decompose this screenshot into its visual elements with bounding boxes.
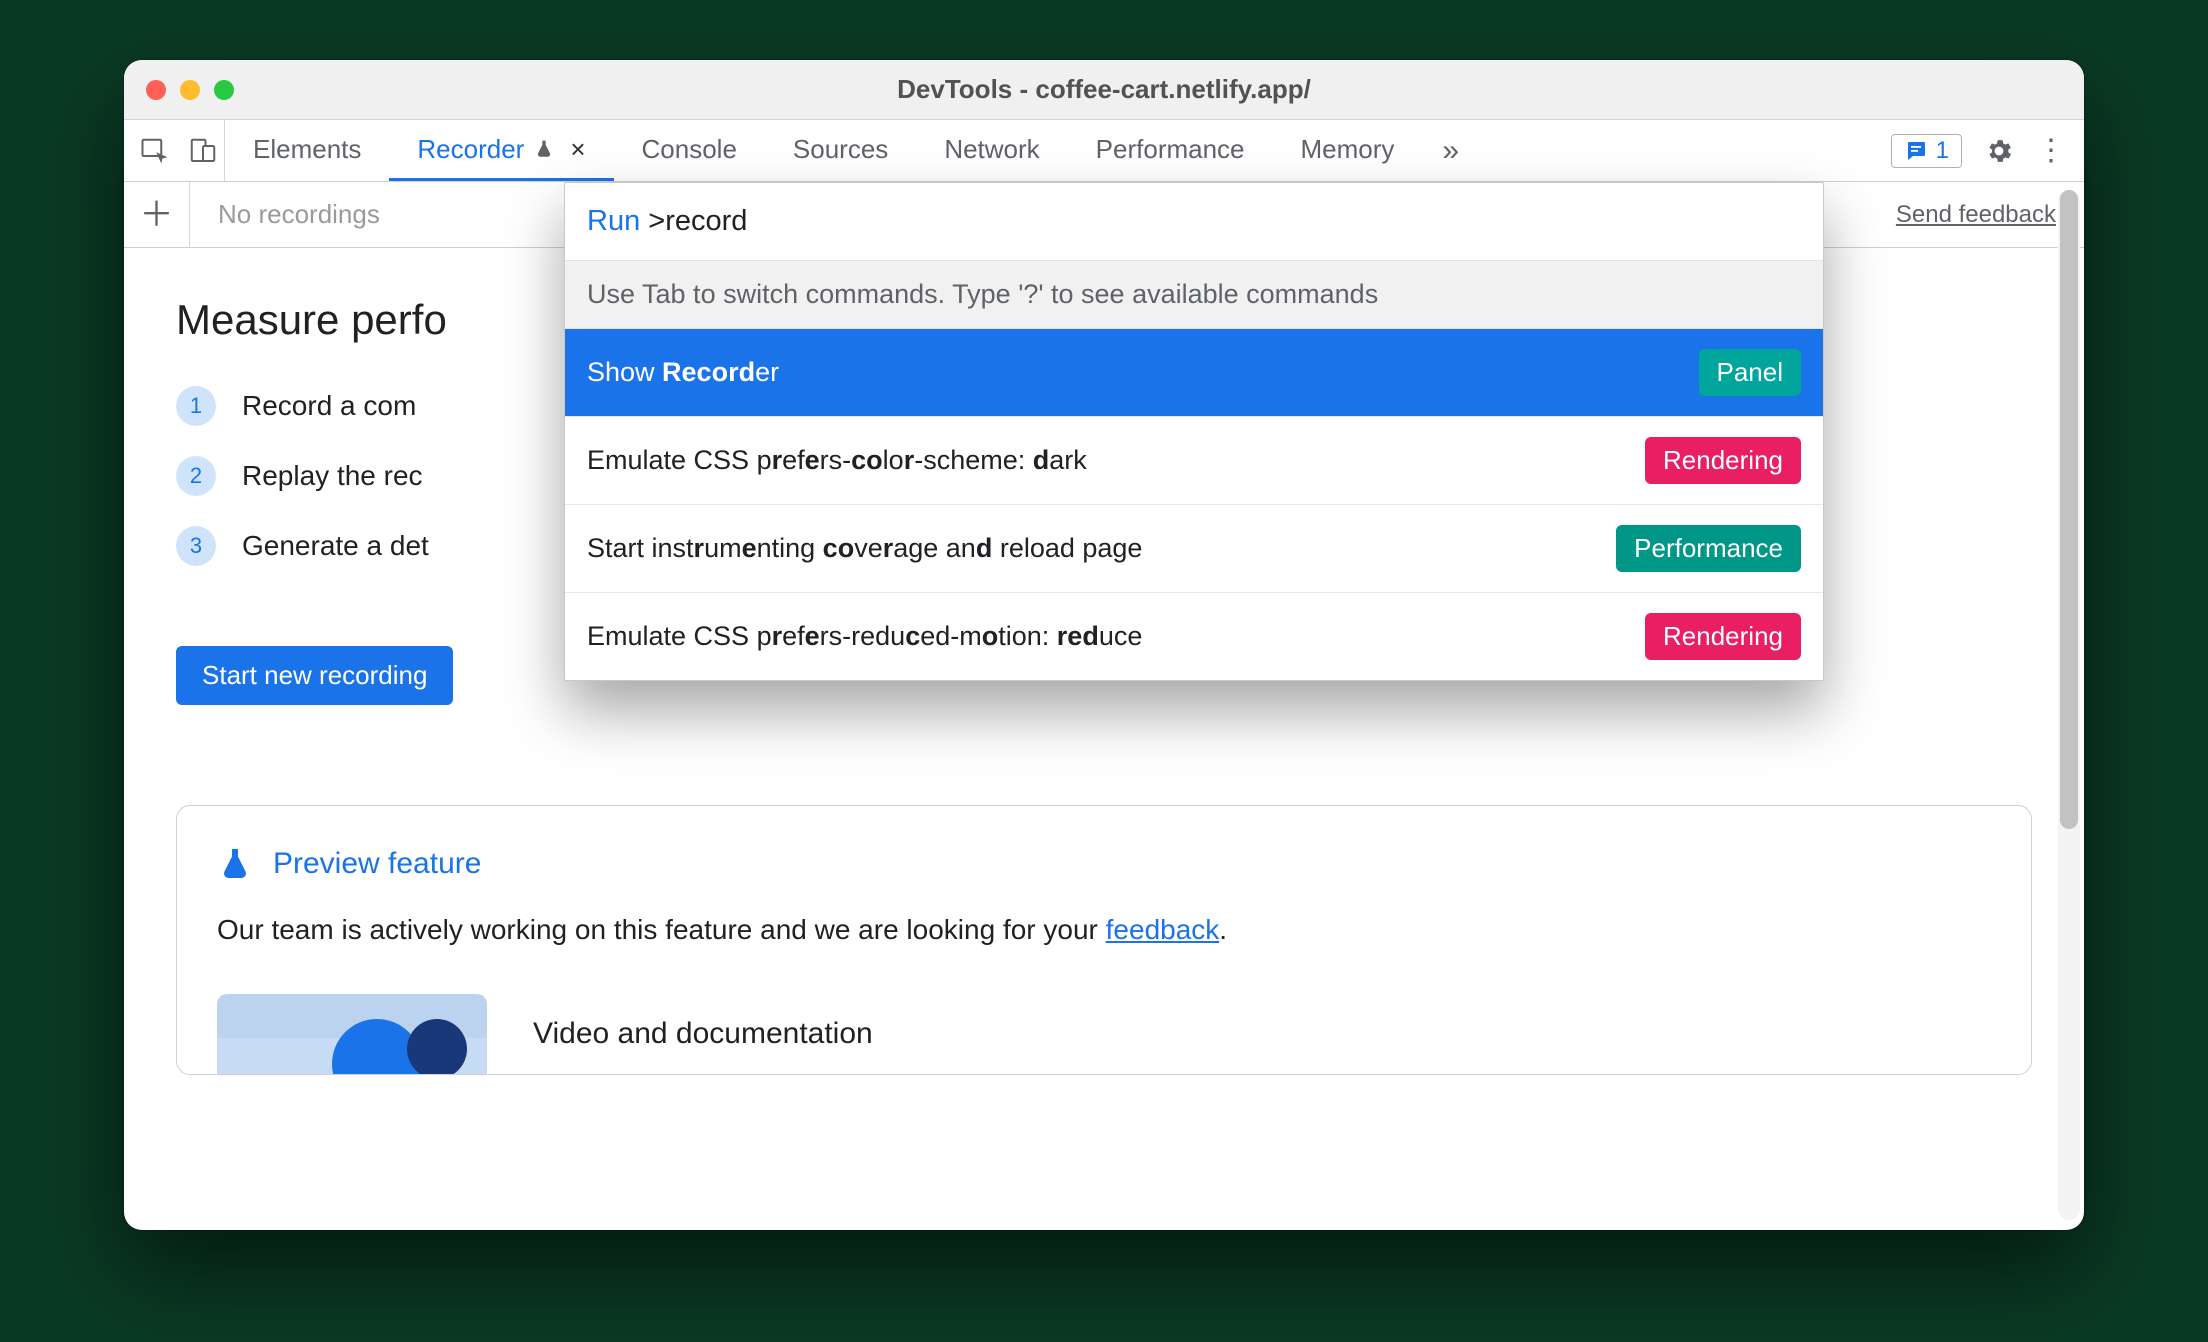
command-item-badge: Rendering (1645, 437, 1801, 484)
command-item-badge: Panel (1699, 349, 1802, 396)
command-query: record (665, 205, 747, 237)
step-label: Replay the rec (242, 460, 423, 492)
inspect-element-icon[interactable] (140, 136, 170, 166)
close-tab-icon[interactable]: × (570, 134, 585, 165)
tab-label: Elements (253, 134, 361, 165)
messages-button[interactable]: 1 (1891, 134, 1962, 168)
tab-label: Console (642, 134, 737, 165)
tab-label: Network (944, 134, 1039, 165)
preview-feature-title: Preview feature (273, 847, 481, 881)
scrollbar[interactable] (2058, 190, 2080, 1220)
kebab-menu-icon[interactable]: ⋮ (2036, 136, 2066, 166)
tab-elements[interactable]: Elements (225, 120, 389, 181)
new-recording-icon[interactable]: ＋ (124, 182, 190, 248)
command-hint: Use Tab to switch commands. Type '?' to … (565, 260, 1823, 329)
recordings-dropdown[interactable]: No recordings (190, 199, 380, 230)
tab-sources[interactable]: Sources (765, 120, 916, 181)
tab-console[interactable]: Console (614, 120, 765, 181)
media-title: Video and documentation (533, 1017, 873, 1051)
tab-network[interactable]: Network (916, 120, 1067, 181)
devtools-window: DevTools - coffee-cart.netlify.app/ (124, 60, 2084, 1230)
start-recording-button[interactable]: Start new recording (176, 646, 453, 705)
command-gt: > (648, 205, 665, 237)
command-item-label: Emulate CSS prefers-color-scheme: dark (587, 445, 1087, 476)
preview-feature-card: Preview feature Our team is actively wor… (176, 805, 2032, 1075)
flask-icon (534, 139, 554, 159)
send-feedback-link[interactable]: Send feedback (1896, 201, 2056, 229)
tab-label: Recorder (417, 134, 524, 165)
tab-performance[interactable]: Performance (1068, 120, 1273, 181)
tab-label: Memory (1301, 134, 1395, 165)
preview-media-row: Video and documentation (217, 994, 1991, 1074)
preview-text-after: . (1219, 914, 1227, 945)
command-item[interactable]: Emulate CSS prefers-reduced-motion: redu… (565, 593, 1823, 680)
window-title: DevTools - coffee-cart.netlify.app/ (124, 74, 2084, 105)
preview-text-before: Our team is actively working on this fea… (217, 914, 1106, 945)
command-palette: Run >record Use Tab to switch commands. … (564, 182, 1824, 681)
inspect-tools (124, 120, 225, 181)
device-toggle-icon[interactable] (188, 136, 218, 166)
more-tabs-icon[interactable]: » (1422, 120, 1479, 181)
tab-recorder[interactable]: Recorder × (389, 120, 613, 181)
titlebar: DevTools - coffee-cart.netlify.app/ (124, 60, 2084, 120)
step-number-icon: 3 (176, 526, 216, 566)
flask-icon (217, 846, 253, 882)
command-item-label: Emulate CSS prefers-reduced-motion: redu… (587, 621, 1142, 652)
command-item[interactable]: Show Recorder Panel (565, 329, 1823, 417)
preview-feature-text: Our team is actively working on this fea… (217, 914, 1991, 946)
command-input[interactable]: Run >record (565, 183, 1823, 260)
tab-label: Sources (793, 134, 888, 165)
step-number-icon: 2 (176, 456, 216, 496)
command-item[interactable]: Start instrumenting coverage and reload … (565, 505, 1823, 593)
step-number-icon: 1 (176, 386, 216, 426)
command-item-badge: Rendering (1645, 613, 1801, 660)
settings-icon[interactable] (1984, 136, 2014, 166)
command-item-badge: Performance (1616, 525, 1801, 572)
command-prefix: Run (587, 205, 640, 237)
command-item-label: Start instrumenting coverage and reload … (587, 533, 1142, 564)
tab-label: Performance (1096, 134, 1245, 165)
video-thumbnail[interactable] (217, 994, 487, 1074)
messages-count: 1 (1936, 137, 1949, 165)
step-label: Record a com (242, 390, 416, 422)
preview-feedback-link[interactable]: feedback (1106, 914, 1220, 945)
command-item[interactable]: Emulate CSS prefers-color-scheme: dark Re… (565, 417, 1823, 505)
devtools-tabstrip: Elements Recorder × Console Sources Network Pe… (124, 120, 2084, 182)
scrollbar-thumb[interactable] (2060, 190, 2078, 829)
header-right-tools: 1 ⋮ (1891, 120, 2084, 181)
command-item-label: Show Recorder (587, 357, 779, 388)
step-label: Generate a det (242, 530, 429, 562)
tab-memory[interactable]: Memory (1273, 120, 1423, 181)
